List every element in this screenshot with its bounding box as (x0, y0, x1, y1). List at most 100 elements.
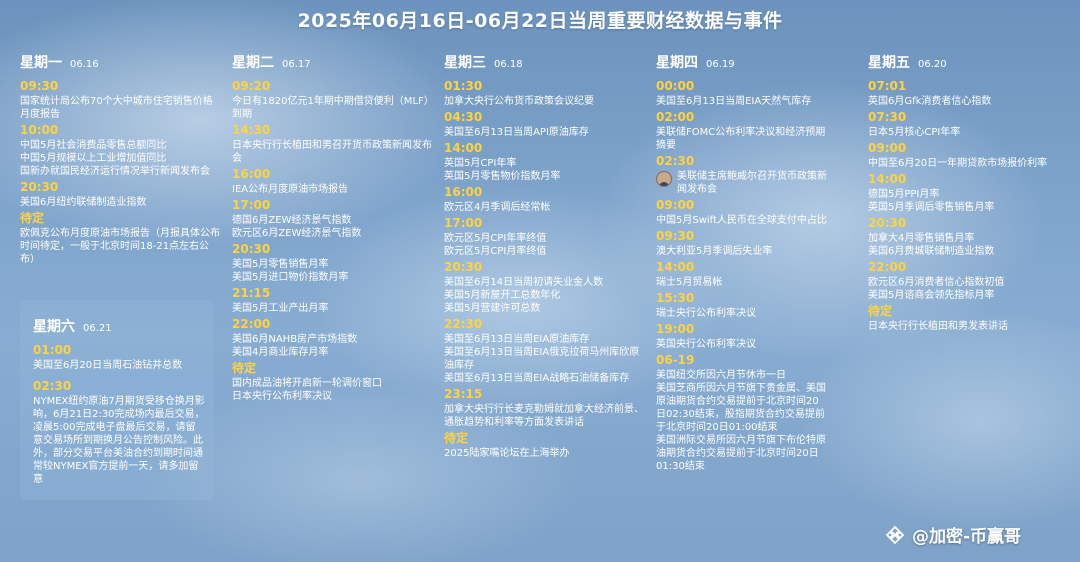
event-text: 美国芝商所因六月节旗下贵金属、美国原油期货合约交易提前于北京时间20日02:30… (656, 383, 826, 433)
event-time: 14:00 (444, 141, 483, 155)
event-time: 09:00 (868, 141, 907, 155)
event-time: 20:30 (444, 260, 483, 274)
event-text: 国新办就国民经济运行情况举行新闻发布会 (20, 166, 210, 177)
event-text: 英国6月Gfk消费者信心指数 (868, 96, 992, 107)
day-header: 星期五 06.20 (868, 52, 1048, 72)
event-time: 23:15 (444, 387, 483, 401)
event-time: 待定 (444, 431, 469, 445)
event-time: 09:30 (20, 79, 59, 93)
event-text: 美国至6月20日当周石油钻井总数 (33, 360, 183, 371)
event-text: 欧元区6月消费者信心指数初值 (868, 277, 1005, 288)
event-time: 02:30 (656, 154, 695, 168)
event-text: 美国至6月13日当周API原油库存 (444, 127, 589, 138)
event-text: 瑞士5月贸易帐 (656, 277, 723, 288)
day-header: 星期三 06.18 (444, 52, 644, 72)
event-time: 10:00 (20, 123, 59, 137)
day-column-friday: 星期五 06.20 07:01 英国6月Gfk消费者信心指数 07:30 日本5… (868, 52, 1048, 333)
event-text: 美国5月进口物价指数月率 (232, 272, 349, 283)
event-time: 19:00 (656, 322, 695, 336)
event-text: 欧元区4月季调后经常帐 (444, 202, 551, 213)
event-text: 中国5月规模以上工业增加值同比 (20, 153, 167, 164)
day-name: 星期四 (656, 55, 698, 71)
event-time: 14:00 (656, 260, 695, 274)
event-text: 美联储主席鲍威尔召开货币政策新闻发布会 (677, 171, 827, 195)
event-time: 20:30 (232, 242, 271, 256)
event-text: 澳大利亚5月季调后失业率 (656, 246, 773, 257)
event-text: IEA公布月度原油市场报告 (232, 184, 349, 195)
binance-diamond-icon (886, 525, 904, 544)
event-time: 09:30 (656, 229, 695, 243)
day-header: 星期六 06.21 (33, 316, 205, 336)
event-text: 中国5月Swift人民币在全球支付中占比 (656, 215, 827, 226)
event-text: 欧佩克公布月度原油市场报告（月报具体公布时间待定，一般于北京时间18-21点左右… (20, 228, 220, 265)
event-time: 22:00 (232, 317, 271, 331)
event-text: 美国6月费城联储制造业指数 (868, 246, 995, 257)
event-text: 美国至6月13日当周EIA战略石油储备库存 (444, 373, 630, 384)
event-text: 美国5月新屋开工总数年化 (444, 290, 561, 301)
event-text: 美国5月工业产出月率 (232, 303, 329, 314)
day-date: 06.21 (83, 323, 112, 334)
event-time: 22:00 (868, 260, 907, 274)
day-date: 06.19 (706, 59, 735, 70)
event-text: 美国纽交所因六月节休市一日 (656, 370, 786, 381)
event-text: 国内成品油将开启新一轮调价窗口 (232, 378, 382, 389)
watermark: @加密-币赢哥 (886, 522, 1021, 547)
event-text: 美国至6月13日当周EIA俄克拉荷马州库欣原油库存 (444, 347, 640, 371)
event-time: 17:00 (232, 198, 271, 212)
event-time: 16:00 (444, 185, 483, 199)
event-time: 21:15 (232, 286, 271, 300)
event-text: 2025陆家嘴论坛在上海举办 (444, 448, 570, 459)
day-column-wednesday: 星期三 06.18 01:30 加拿大央行公布货币政策会议纪要 04:30 美国… (444, 52, 644, 460)
day-column-thursday: 星期四 06.19 00:00 美国至6月13日当周EIA天然气库存 02:00… (656, 52, 828, 473)
event-time: 04:30 (444, 110, 483, 124)
event-text: NYMEX纽约原油7月期货受移仓换月影响，6月21日2:30完成场内最后交易，凌… (33, 396, 205, 485)
day-date: 06.16 (70, 59, 99, 70)
event-text: 今日有1820亿元1年期中期借贷便利（MLF）到期 (232, 96, 429, 120)
event-time: 09:20 (232, 79, 271, 93)
day-name: 星期六 (33, 319, 75, 335)
event-text: 加拿大4月零售销售月率 (868, 233, 975, 244)
event-text: 美国5月零售销售月率 (232, 259, 329, 270)
event-text: 日本央行行长植田和男发表讲话 (868, 321, 1008, 332)
event-text: 美国洲际交易所因六月节旗下布伦特原油期货合约交易提前于北京时间20日01:30结… (656, 435, 826, 472)
event-text: 日本5月核心CPI年率 (868, 127, 961, 138)
event-text: 欧元区5月CPI月率终值 (444, 246, 547, 257)
event-time: 00:00 (656, 79, 695, 93)
event-text: 德国5月PPI月率 (868, 189, 940, 200)
event-time: 待定 (20, 211, 45, 225)
event-time: 14:00 (868, 172, 907, 186)
event-time: 待定 (868, 304, 893, 318)
event-time: 09:00 (656, 198, 695, 212)
event-text: 美国至6月14日当周初请失业金人数 (444, 277, 604, 288)
event-time: 20:30 (868, 216, 907, 230)
event-text: 英国5月季调后零售销售月率 (868, 202, 995, 213)
event-time: 07:01 (868, 79, 907, 93)
day-name: 星期一 (20, 55, 62, 71)
event-time: 02:00 (656, 110, 695, 124)
event-time: 16:00 (232, 167, 271, 181)
event-text: 美国6月纽约联储制造业指数 (20, 197, 147, 208)
event-text: 加拿大央行公布货币政策会议纪要 (444, 96, 594, 107)
day-column-monday: 星期一 06.16 09:30 国家统计局公布70个大中城市住宅销售价格月度报告… (20, 52, 220, 266)
event-time: 待定 (232, 361, 257, 375)
day-header: 星期二 06.17 (232, 52, 432, 72)
event-time: 01:00 (33, 343, 72, 357)
event-text: 德国6月ZEW经济景气指数 (232, 215, 352, 226)
page-title: 2025年06月16日-06月22日当周重要财经数据与事件 (297, 10, 783, 32)
event-time: 02:30 (33, 379, 72, 393)
event-text: 英国5月CPI年率 (444, 158, 517, 169)
event-text: 日本央行行长植田和男召开货币政策新闻发布会 (232, 140, 432, 164)
day-column-saturday: 星期六 06.21 01:00 美国至6月20日当周石油钻井总数 02:30 N… (33, 316, 205, 486)
event-time: 01:30 (444, 79, 483, 93)
day-header: 星期四 06.19 (656, 52, 828, 72)
watermark-text: @加密-币赢哥 (912, 527, 1022, 547)
event-text: 日本央行公布利率决议 (232, 391, 332, 402)
event-time: 22:30 (444, 317, 483, 331)
day-date: 06.17 (282, 59, 311, 70)
event-text: 美国至6月13日当周EIA天然气库存 (656, 96, 812, 107)
event-time: 17:00 (444, 216, 483, 230)
day-date: 06.18 (494, 59, 523, 70)
event-time: 14:30 (232, 123, 271, 137)
event-time: 15:30 (656, 291, 695, 305)
event-text: 欧元区5月CPI年率终值 (444, 233, 547, 244)
